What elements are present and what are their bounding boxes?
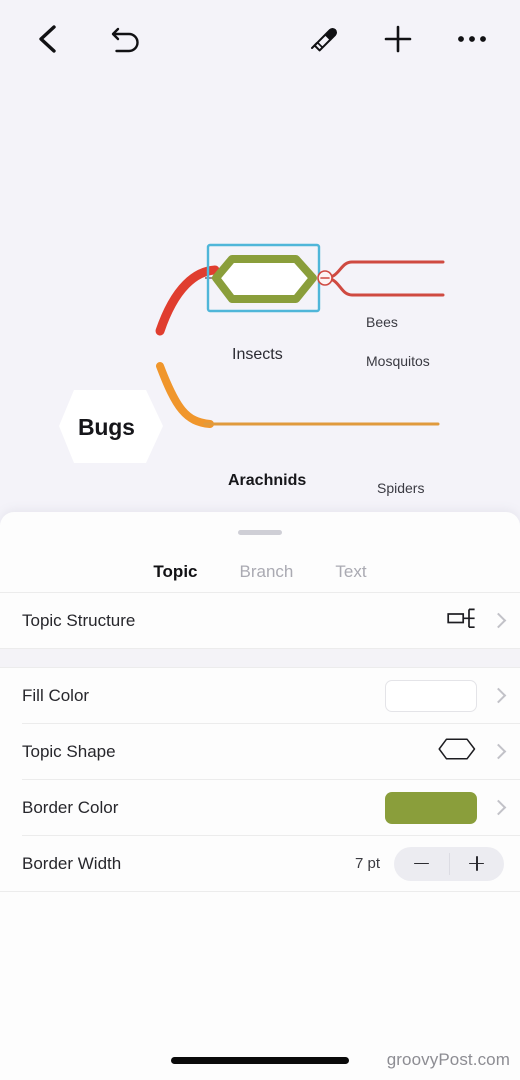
border-width-label: Border Width <box>22 853 122 873</box>
topic-structure-icon <box>447 605 477 636</box>
row-topic-shape[interactable]: Topic Shape <box>0 724 520 779</box>
tab-text[interactable]: Text <box>331 560 370 584</box>
tab-topic[interactable]: Topic <box>149 560 201 584</box>
fill-color-swatch[interactable] <box>385 679 477 712</box>
app-root: Bugs Insects Bees Mosquitos Arachnids Sp… <box>0 0 520 1080</box>
format-panel: Topic Branch Text Topic Structure Fill C… <box>0 512 520 1080</box>
row-topic-structure[interactable]: Topic Structure <box>0 593 520 648</box>
hexagon-icon <box>437 737 477 766</box>
panel-tabs: Topic Branch Text <box>0 535 520 593</box>
chevron-right-icon <box>490 799 507 816</box>
toolbar-right-group <box>302 17 494 61</box>
add-button[interactable] <box>376 17 420 61</box>
format-painter-icon[interactable] <box>302 17 346 61</box>
topic-shape-control <box>437 737 507 766</box>
more-button[interactable] <box>450 17 494 61</box>
topic-structure-label: Topic Structure <box>22 610 136 630</box>
undo-button[interactable] <box>104 17 148 61</box>
plus-icon <box>469 856 485 871</box>
fill-color-label: Fill Color <box>22 685 90 705</box>
top-toolbar <box>0 0 520 78</box>
panel-section-gap <box>0 648 520 668</box>
topic-structure-control <box>447 605 507 636</box>
topic-shape-label: Topic Shape <box>22 741 116 761</box>
minus-icon <box>413 862 429 865</box>
chevron-right-icon <box>490 612 507 629</box>
back-button[interactable] <box>26 17 70 61</box>
border-width-stepper <box>394 846 505 881</box>
panel-rows: Topic Structure Fill Color Topic Shape B… <box>0 593 520 1057</box>
row-fill-color[interactable]: Fill Color <box>0 668 520 723</box>
home-indicator[interactable] <box>171 1057 349 1064</box>
border-color-swatch[interactable] <box>385 791 477 824</box>
watermark: groovyPost.com <box>386 1050 510 1069</box>
toolbar-left-group <box>26 17 148 61</box>
row-border-width: Border Width 7 pt <box>0 836 520 891</box>
border-width-control: 7 pt <box>354 846 505 881</box>
mindmap-canvas[interactable]: Bugs Insects Bees Mosquitos Arachnids Sp… <box>0 78 520 516</box>
fill-color-control <box>385 679 507 712</box>
chevron-right-icon <box>490 743 507 760</box>
row-border-color[interactable]: Border Color <box>0 780 520 835</box>
chevron-right-icon <box>490 687 507 704</box>
border-color-control <box>385 791 507 824</box>
border-width-increase-button[interactable] <box>450 847 505 881</box>
tab-branch[interactable]: Branch <box>236 560 298 584</box>
border-width-value: 7 pt <box>354 855 380 872</box>
footer-area: groovyPost.com <box>0 1020 520 1080</box>
border-width-decrease-button[interactable] <box>394 847 449 881</box>
border-color-label: Border Color <box>22 797 119 817</box>
